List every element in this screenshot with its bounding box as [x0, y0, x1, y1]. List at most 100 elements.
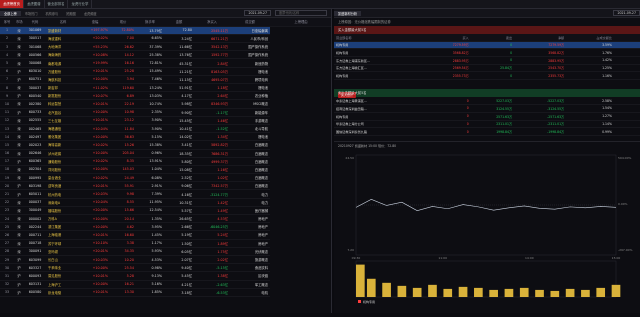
- table-cell: 26.65亿: [164, 214, 194, 224]
- table-row[interactable]: 20 沪 603198 迎驾贡酒 +10.01% 55.91 2.91% 9.06亿 7342.…: [0, 181, 331, 191]
- table-cell: 白酒概念: [230, 181, 270, 191]
- table-row[interactable]: 6 沪 603010 万盛股份 +10.01% 25.28 15.49% 11.21亿 8163…: [0, 67, 331, 76]
- column-header[interactable]: 序号: [0, 18, 14, 27]
- table-row[interactable]: 23 深 300049 福瑞股份 +20.00% 15.66 12.54% 5.57亿 1.49…: [0, 206, 331, 216]
- column-header[interactable]: 涨幅: [80, 18, 110, 27]
- table-row[interactable]: 13 深 002465 海格通信 +10.04% 11.84 3.90% 10.41亿 -1.5…: [0, 124, 331, 134]
- column-header[interactable]: 名称: [46, 18, 80, 27]
- table-cell: 2.64亿: [194, 91, 230, 101]
- column-header[interactable]: 换手率: [136, 18, 164, 27]
- column-header: 卖出: [470, 34, 515, 42]
- broker-row[interactable]: 机构专用7279.59万07279.59万3.59%279.56万股: [334, 41, 640, 50]
- column-header[interactable]: 上榜理由: [270, 18, 331, 27]
- right-date-picker[interactable]: 2021-09-27: [613, 10, 640, 16]
- y-tick-right: -297.00%: [618, 248, 633, 252]
- table-row[interactable]: 14 深 002497 雅化集团 +10.00% 36.63 5.15% 14.02亿 1.34…: [0, 132, 331, 142]
- table-row[interactable]: 12 深 002555 三七互娱 +10.01% 23.12 3.90% 15.45亿 1.46…: [0, 116, 331, 125]
- broker-cell: 0: [422, 127, 471, 136]
- broker-cell: 华泰证券上海分公司: [334, 120, 423, 129]
- table-row[interactable]: 27 深 000718 苏宁环球 +10.10% 3.38 1.17% 1.50亿 1.89亿房…: [0, 239, 331, 248]
- table-row[interactable]: 11 沪 600733 北汽蓝谷 +10.00% 10.98 2.35% 9.90亿 -1.17…: [0, 108, 331, 117]
- left-date-picker[interactable]: 2021-09-27: [244, 10, 271, 16]
- table-cell: 深: [14, 34, 24, 44]
- table-row[interactable]: 21 沪 605011 杭州热电 +10.03% 9.98 7.39% 4.16亿 -3124.…: [0, 189, 331, 199]
- table-row[interactable]: 29 沪 603099 长白山 +10.03% 10.20 4.53% 2.07亿 2.02亿旅…: [0, 255, 331, 265]
- tab-0[interactable]: 龙虎榜首页: [0, 0, 24, 8]
- volume-bar: [489, 289, 498, 297]
- table-row[interactable]: 19 深 000995 皇台酒业 +10.02% 24.49 6.08% 2.52亿 1.02亿…: [0, 173, 331, 183]
- table-row[interactable]: 26 深 000711 上海临港 +10.01% 16.60 1.45% 5.19亿 5.24亿…: [0, 230, 331, 240]
- table-row[interactable]: 9 沪 600540 新赛股份 +10.07% 6.89 13.03% 4.17亿 2.64亿农…: [0, 91, 331, 101]
- table-row[interactable]: 22 深 000037 深南电A +10.04% 8.55 11.95% 10.31亿 1.42…: [0, 198, 331, 207]
- table-row[interactable]: 30 沪 603327 千禾味业 +10.00% 25.54 0.98% 9.40亿 -5.15…: [0, 263, 331, 273]
- table-row[interactable]: 5 深 300068 南都电源 +19.99% 16.16 72.81% 45.31亿 2.84…: [0, 58, 331, 68]
- left-search-input[interactable]: 股票代码/名称: [275, 10, 327, 16]
- table-row[interactable]: 28 深 300091 亚玛顿 +20.01% 34.35 5.93% 6.05亿 1.75亿光…: [0, 247, 331, 256]
- table-row[interactable]: 17 沪 600365 通葡股份 +10.02% 8.35 13.91% 5.80亿 4999.…: [0, 157, 331, 166]
- table-cell: 海南海药: [46, 50, 80, 60]
- table-cell: 旅游概念: [230, 255, 270, 265]
- table-cell: 锂电池: [230, 83, 270, 93]
- table-cell: 600733: [24, 108, 46, 117]
- broker-row[interactable]: 机构专用02571.63万-2571.63万1.27%98.82万股: [334, 112, 640, 121]
- table-row[interactable]: 15 深 002023 海特高新 +10.02% 15.26 15.38% 3.41亿 5892…: [0, 140, 331, 150]
- table-row[interactable]: 7 沪 600751 海航科技 +10.00% 3.94 7.46% 11.15亿 4695.0…: [0, 75, 331, 85]
- column-header[interactable]: 市场: [14, 18, 24, 27]
- table-cell: 2.66亿: [164, 222, 194, 232]
- column-header[interactable]: 金额: [164, 18, 194, 27]
- table-row[interactable]: 8 深 300037 新宙邦 +11.02% 119.60 13.24% 51.91亿 1.18…: [0, 83, 331, 93]
- table-cell: 5.16%: [136, 280, 164, 289]
- table-row[interactable]: 24 深 000002 万科A +10.00% 20.14 1.35% 26.65亿 4.53亿…: [0, 214, 331, 224]
- table-cell: 4: [0, 50, 14, 60]
- table-cell: 4999.37万: [194, 157, 230, 166]
- table-cell: 18: [0, 165, 14, 175]
- table-row[interactable]: 16 深 002646 泸州老窖 +10.00% 205.04 0.96% 18.35亿 768…: [0, 149, 331, 158]
- column-header[interactable]: 净买入: [194, 18, 230, 27]
- table-cell: 119.60: [110, 83, 136, 93]
- legend-swatch: [358, 300, 361, 303]
- broker-row[interactable]: 机构专用3568.82万03568.82万1.76%137.06万股: [334, 48, 640, 57]
- broker-row[interactable]: 国信证券深圳泰然九路01998.84万-1998.84万0.99%76.81万股: [334, 127, 640, 136]
- tab-3[interactable]: 龙虎行业学: [68, 0, 93, 8]
- table-cell: 25.38%: [136, 50, 164, 60]
- table-cell: 13.24%: [136, 83, 164, 93]
- subtab-3[interactable]: 抢跑图: [62, 11, 80, 16]
- column-header[interactable]: 成交额: [230, 18, 270, 27]
- broker-row[interactable]: 招商证券深圳益田路...03124.55万-3124.55万1.54%120.0…: [334, 104, 640, 113]
- broker-row[interactable]: 东方证券上海徐汇区...2569.54万25.84万2543.70万1.25%9…: [334, 64, 640, 73]
- subtab-4[interactable]: 龙虎频度: [80, 11, 101, 16]
- table-row[interactable]: 25 深 002244 滨江集团 +10.00% 4.62 3.95% 2.66亿 -6046.…: [0, 222, 331, 232]
- volume-bar: [366, 278, 376, 297]
- column-header[interactable]: 代码: [24, 18, 46, 27]
- tab-1[interactable]: 龙虎图谱: [24, 0, 45, 8]
- table-row[interactable]: 4 深 000566 海南海药 +10.08% 14.12 25.38% 13.76亿 1592…: [0, 50, 331, 60]
- table-cell: 1: [0, 26, 14, 35]
- subtab-2[interactable]: 机构参与: [42, 11, 63, 16]
- broker-cell: 0: [422, 96, 471, 106]
- table-cell: 2.84亿: [194, 58, 230, 68]
- table-cell: 2: [0, 34, 14, 44]
- table-row[interactable]: 10 深 002380 科远智慧 +10.01% 22.19 10.74% 5.98亿 8346…: [0, 99, 331, 109]
- table-row[interactable]: 1 深 301069 凯盛新材 +197.97% 72.80% 13.79亿 72.80 254…: [0, 26, 331, 35]
- table-row[interactable]: 33 沪 600580 卧龙电驱 +10.01% 13.30 1.85% 3.18亿 -6.53…: [0, 288, 331, 297]
- table-cell: 大地海洋: [46, 42, 80, 52]
- broker-row[interactable]: 华泰证券上海分公司02311.01万-2311.01万1.14%88.80万股: [334, 120, 640, 129]
- table-cell: 深: [14, 99, 24, 109]
- x-tick-label: 11:00: [438, 256, 447, 260]
- broker-row[interactable]: 中泰证券上海黄浦区...05227.03万-5227.03万2.58%200.8…: [334, 96, 640, 106]
- table-row[interactable]: 31 沪 600093 易见股份 +10.01% 5.28 9.13% 5.45亿 1.38亿区…: [0, 271, 331, 281]
- table-cell: 17: [0, 157, 14, 166]
- table-row[interactable]: 32 沪 603131 上海沪工 +10.00% 16.21 5.16% 4.21亿 -2.63…: [0, 280, 331, 289]
- chart-label: 20210927 凯盛新材 15:00 现价：72.80: [338, 144, 397, 148]
- table-row[interactable]: 18 深 002304 洋河股份 +10.00% 145.03 1.04% 15.08亿 1.1…: [0, 165, 331, 175]
- table-cell: 9: [0, 91, 14, 101]
- broker-cell: 25.84万: [470, 64, 515, 73]
- broker-row[interactable]: 东方证券上海浦东新区...2883.95万02883.95万1.42%110.7…: [334, 56, 640, 65]
- subtab-1[interactable]: 市场热门: [21, 11, 42, 16]
- broker-row[interactable]: 机构专用2355.73万02355.73万1.16%90.47万股: [334, 71, 640, 80]
- table-row[interactable]: 3 深 301068 大地海洋 +55.23% 26.62 37.39% 11.66亿 3542…: [0, 42, 331, 52]
- column-header[interactable]: 现价: [110, 18, 136, 27]
- tab-2[interactable]: 营业部排名: [45, 0, 69, 8]
- table-row[interactable]: 2 深 300517 海波重科 +20.02% 7.00 6.65% 3.24亿 6671.21…: [0, 34, 331, 44]
- subtab-0[interactable]: 全部上榜: [0, 10, 21, 16]
